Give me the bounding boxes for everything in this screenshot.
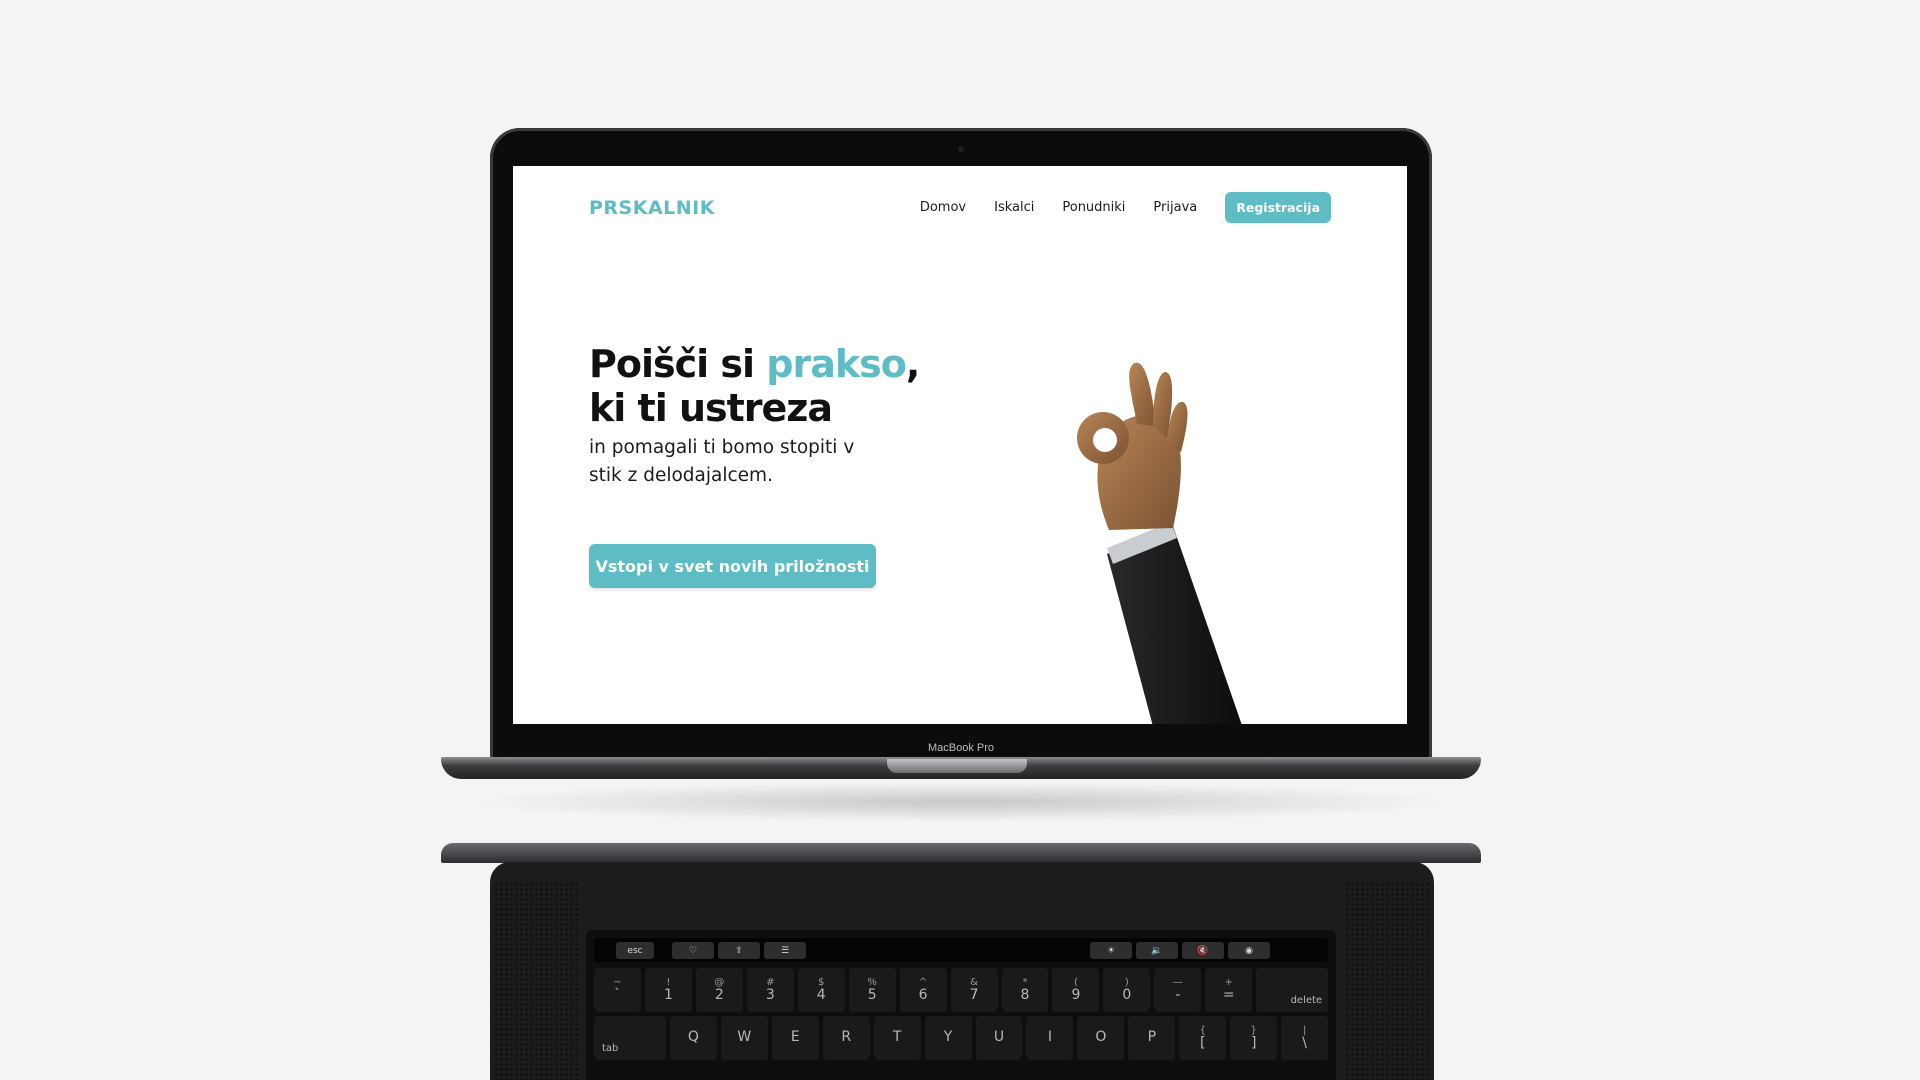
ok-hand-illustration (1077, 362, 1242, 724)
key-left-bracket[interactable]: {[ (1179, 1016, 1227, 1060)
key-tab[interactable]: tab (594, 1016, 666, 1060)
speaker-grille-right (1345, 882, 1430, 1080)
key-9[interactable]: (9 (1052, 968, 1100, 1012)
esc-key[interactable]: esc (616, 942, 654, 959)
key-p[interactable]: P (1128, 1016, 1176, 1060)
model-label: MacBook Pro (927, 742, 995, 754)
key-r[interactable]: R (822, 1016, 870, 1060)
keyboard: esc ♡ ⇪ ☰ ☀ 🔉 🔇 ◉ ~ ` ! 1 @2 #3 $4 % 5 ^ 6 &… (586, 930, 1336, 1080)
number-row: ~ ` ! 1 @2 #3 $4 % 5 ^ 6 & 7 * 8 (9 ) 0 — - + = d… (594, 968, 1329, 1012)
camera-icon (958, 146, 964, 152)
hero-title: Poišči si prakso, ki ti ustreza (589, 342, 920, 430)
key-7[interactable]: & 7 (950, 968, 998, 1012)
hero-title-post: , (905, 342, 920, 386)
key-y[interactable]: Y (924, 1016, 972, 1060)
key-e[interactable]: E (771, 1016, 819, 1060)
laptop-screen: PRSKALNIK Domov Iskalci Ponudniki Prijav… (513, 166, 1407, 724)
key-o[interactable]: O (1077, 1016, 1125, 1060)
lid-shadow (470, 782, 1450, 822)
nav-link-iskalci[interactable]: Iskalci (994, 200, 1034, 215)
speaker-grille-left (494, 882, 579, 1080)
key-backslash[interactable]: | \ (1281, 1016, 1329, 1060)
key-minus[interactable]: — - (1154, 968, 1202, 1012)
nav-link-ponudniki[interactable]: Ponudniki (1062, 200, 1125, 215)
laptop-base: esc ♡ ⇪ ☰ ☀ 🔉 🔇 ◉ ~ ` ! 1 @2 #3 $4 % 5 ^ 6 &… (490, 862, 1434, 1080)
nav-links: Domov Iskalci Ponudniki Prijava Registra… (920, 192, 1331, 223)
hero-subtitle: in pomagali ti bomo stopiti v stik z del… (589, 437, 855, 486)
key-w[interactable]: W (720, 1016, 768, 1060)
key-2[interactable]: @2 (695, 968, 743, 1012)
hero-title-pre: Poišči si (589, 342, 767, 386)
key-u[interactable]: U (975, 1016, 1023, 1060)
mute-icon[interactable]: 🔇 (1182, 942, 1224, 959)
hinge-notch (887, 759, 1027, 773)
hero-title-line2: ki ti ustreza (589, 386, 833, 430)
nav-link-prijava[interactable]: Prijava (1153, 200, 1197, 215)
brightness-icon[interactable]: ☀ (1090, 942, 1132, 959)
key-3[interactable]: #3 (746, 968, 794, 1012)
key-4[interactable]: $4 (797, 968, 845, 1012)
volume-icon[interactable]: 🔉 (1136, 942, 1178, 959)
hero-title-accent: prakso (766, 342, 907, 386)
key-right-bracket[interactable]: }] (1230, 1016, 1278, 1060)
hero-cta-button[interactable]: Vstopi v svet novih priložnosti (589, 544, 876, 588)
site-logo[interactable]: PRSKALNIK (589, 197, 715, 219)
touchbar: esc ♡ ⇪ ☰ ☀ 🔉 🔇 ◉ (594, 938, 1328, 962)
key-5[interactable]: % 5 (848, 968, 896, 1012)
base-edge (441, 843, 1481, 863)
sliders-icon[interactable]: ☰ (764, 942, 806, 959)
key-6[interactable]: ^ 6 (899, 968, 947, 1012)
key-t[interactable]: T (873, 1016, 921, 1060)
key-q[interactable]: Q (669, 1016, 717, 1060)
qwerty-row: tab Q W E R T Y U I O P {[ }] | \ (594, 1016, 1329, 1060)
key-i[interactable]: I (1026, 1016, 1074, 1060)
nav-link-domov[interactable]: Domov (920, 200, 966, 215)
key-8[interactable]: * 8 (1001, 968, 1049, 1012)
key-delete[interactable]: delete (1256, 968, 1329, 1012)
heart-icon[interactable]: ♡ (672, 942, 714, 959)
laptop-lid: PRSKALNIK Domov Iskalci Ponudniki Prijav… (490, 128, 1432, 762)
key-equals[interactable]: + = (1205, 968, 1253, 1012)
share-icon[interactable]: ⇪ (718, 942, 760, 959)
key-0[interactable]: ) 0 (1103, 968, 1151, 1012)
register-button[interactable]: Registracija (1225, 192, 1331, 223)
key-backtick[interactable]: ~ ` (594, 968, 641, 1012)
key-1[interactable]: ! 1 (644, 968, 692, 1012)
site-navbar: PRSKALNIK Domov Iskalci Ponudniki Prijav… (513, 166, 1407, 250)
siri-icon[interactable]: ◉ (1228, 942, 1270, 959)
